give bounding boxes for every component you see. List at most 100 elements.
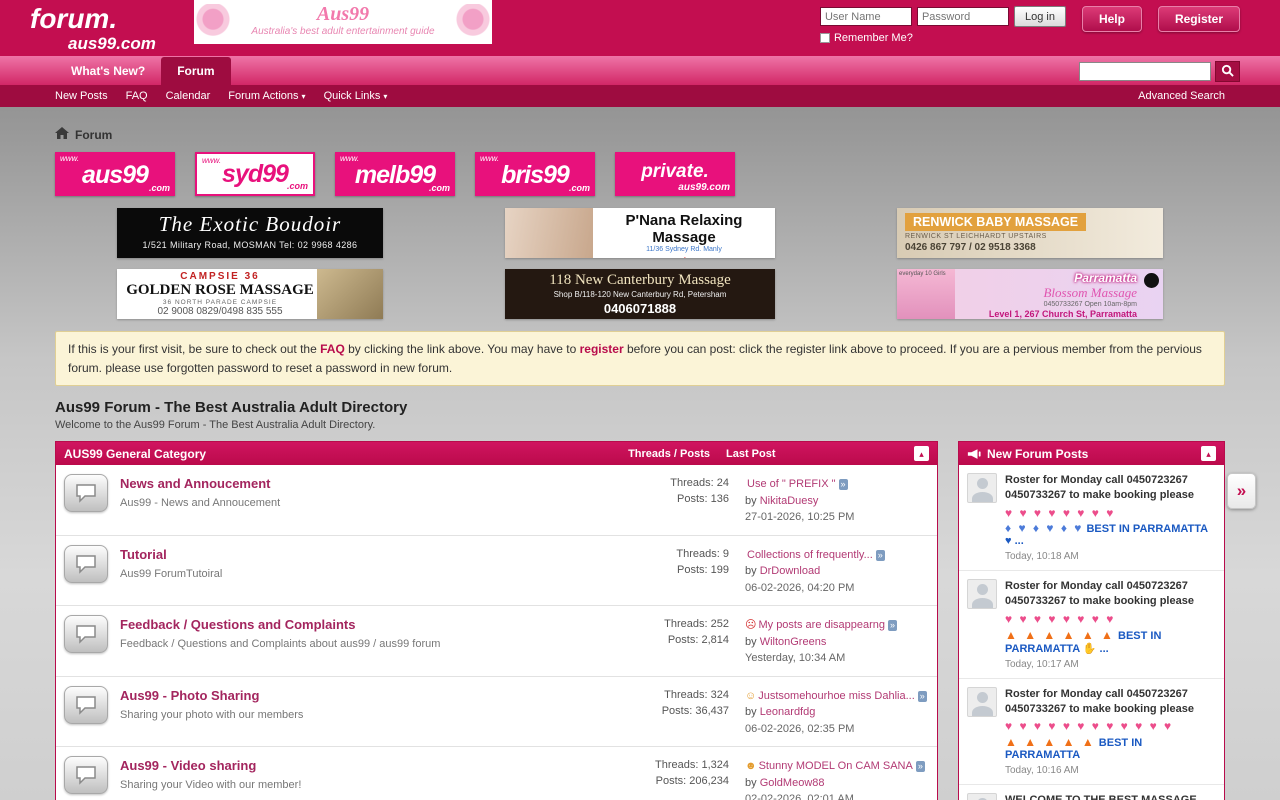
ad-118-canterbury-massage[interactable]: 118 New Canterbury Massage Shop B/118-12… bbox=[505, 269, 775, 319]
sidebar-header: New Forum Posts ▴ bbox=[959, 442, 1224, 465]
last-post-user-link[interactable]: Leonardfdg bbox=[760, 706, 816, 718]
breadcrumb-forum-link[interactable]: Forum bbox=[75, 128, 112, 142]
collapse-sidebar-button[interactable]: ▴ bbox=[1201, 446, 1216, 461]
forum-row: News and Annoucement Aus99 - News and An… bbox=[56, 465, 937, 535]
ad-grid: The Exotic Boudoir 1/521 Military Road, … bbox=[117, 208, 1163, 319]
post-time: Today, 10:18 AM bbox=[1005, 551, 1216, 562]
forum-row: Feedback / Questions and Complaints Feed… bbox=[56, 605, 937, 676]
forum-stats: Threads: 9 Posts: 199 bbox=[609, 545, 729, 579]
site-banner-syd99[interactable]: www. syd99 .com bbox=[195, 152, 315, 196]
nav-forum-actions[interactable]: Forum Actions▾ bbox=[228, 90, 305, 102]
home-icon[interactable] bbox=[55, 127, 69, 142]
ad-exotic-boudoir[interactable]: The Exotic Boudoir 1/521 Military Road, … bbox=[117, 208, 383, 258]
header-banner-tagline: Australia's best adult entertainment gui… bbox=[194, 26, 492, 37]
post-time: Today, 10:16 AM bbox=[1005, 765, 1216, 776]
register-link[interactable]: register bbox=[580, 342, 624, 356]
thread-emoji-icon: ☻ bbox=[745, 760, 757, 772]
nav-quick-links[interactable]: Quick Links▾ bbox=[324, 90, 388, 102]
last-post-user-link[interactable]: NikitaDuesy bbox=[760, 495, 819, 507]
forum-link[interactable]: Aus99 - Photo Sharing bbox=[120, 688, 259, 703]
forum-link[interactable]: Tutorial bbox=[120, 547, 167, 562]
last-post: Collections of frequently...» by DrDownl… bbox=[729, 545, 929, 597]
last-post-date: 06-02-2026, 04:20 PM bbox=[745, 580, 929, 597]
avatar bbox=[967, 687, 997, 717]
category-aus99-general: AUS99 General Category Threads / Posts L… bbox=[55, 441, 938, 800]
ad-golden-rose-massage[interactable]: CAMPSIE 36 GOLDEN ROSE MASSAGE 36 NORTH … bbox=[117, 269, 383, 319]
last-post: ☻Stunny MODEL On CAM SANA» by GoldMeow88… bbox=[729, 756, 929, 800]
page-subtitle: Welcome to the Aus99 Forum - The Best Au… bbox=[55, 419, 1225, 431]
search-button[interactable] bbox=[1215, 61, 1240, 82]
go-to-last-post-icon[interactable]: » bbox=[918, 691, 927, 702]
last-post-link[interactable]: My posts are disappearng bbox=[758, 619, 885, 631]
last-post-date: 06-02-2026, 02:35 PM bbox=[745, 721, 929, 738]
nav-new-posts[interactable]: New Posts bbox=[55, 90, 108, 102]
forum-link[interactable]: Feedback / Questions and Complaints bbox=[120, 617, 356, 632]
emoji-hearts: ♥ ♥ ♥ ♥ ♥ ♥ ♥ ♥ ♥ ♥ ♥ ♥ bbox=[1005, 719, 1216, 735]
forum-icon bbox=[64, 686, 108, 724]
go-to-last-post-icon[interactable]: » bbox=[888, 620, 897, 631]
nav-faq[interactable]: FAQ bbox=[126, 90, 148, 102]
forum-stats: Threads: 1,324 Posts: 206,234 bbox=[609, 756, 729, 790]
header-banner-ad[interactable]: Aus99 Australia's best adult entertainme… bbox=[194, 0, 492, 44]
forum-stats: Threads: 252 Posts: 2,814 bbox=[609, 615, 729, 649]
site-banner-bris99[interactable]: www. bris99 .com bbox=[475, 152, 595, 196]
login-button[interactable]: Log in bbox=[1014, 6, 1066, 27]
site-banner-melb99[interactable]: www. melb99 .com bbox=[335, 152, 455, 196]
forum-icon bbox=[64, 615, 108, 653]
last-post-link[interactable]: Justsomehourhoe miss Dahlia... bbox=[758, 690, 915, 702]
tab-forum[interactable]: Forum bbox=[161, 57, 230, 85]
password-input[interactable] bbox=[917, 7, 1009, 26]
ad-photo bbox=[505, 208, 593, 258]
emoji-hearts: ♥ ♥ ♥ ♥ ♥ ♥ ♥ ♥ bbox=[1005, 506, 1216, 522]
last-post-user-link[interactable]: WiltonGreens bbox=[760, 636, 827, 648]
last-post-user-link[interactable]: DrDownload bbox=[760, 565, 821, 577]
site-logo[interactable]: forum. aus99.com bbox=[30, 5, 188, 52]
sidebar-post[interactable]: Roster for Monday call 0450723267 045073… bbox=[959, 679, 1224, 785]
logo-line2: aus99.com bbox=[68, 35, 188, 52]
last-post-link[interactable]: Use of " PREFIX " bbox=[747, 478, 836, 490]
remember-checkbox[interactable] bbox=[820, 33, 830, 43]
forum-link[interactable]: News and Annoucement bbox=[120, 476, 270, 491]
megaphone-icon bbox=[967, 448, 981, 460]
help-button[interactable]: Help bbox=[1082, 6, 1142, 32]
sidebar-post[interactable]: WELCOME TO THE BEST MASSAGE bbox=[959, 785, 1224, 800]
forum-link[interactable]: Aus99 - Video sharing bbox=[120, 758, 256, 773]
forum-icon bbox=[64, 474, 108, 512]
emoji-hearts: ♥ ♥ ♥ ♥ ♥ ♥ ♥ ♥ bbox=[1005, 612, 1216, 628]
go-to-last-post-icon[interactable]: » bbox=[916, 761, 925, 772]
go-to-last-post-icon[interactable]: » bbox=[876, 550, 885, 561]
tab-whats-new[interactable]: What's New? bbox=[55, 57, 161, 85]
nav-advanced-search[interactable]: Advanced Search bbox=[1138, 90, 1225, 102]
site-banner-private-aus99[interactable]: private. aus99.com bbox=[615, 152, 735, 196]
register-button[interactable]: Register bbox=[1158, 6, 1240, 32]
sidebar-post[interactable]: Roster for Monday call 0450723267 045073… bbox=[959, 465, 1224, 571]
go-to-last-post-icon[interactable]: » bbox=[839, 479, 848, 490]
last-post-user-link[interactable]: GoldMeow88 bbox=[760, 777, 825, 789]
header-banner-title: Aus99 bbox=[194, 3, 492, 26]
last-post-link[interactable]: Stunny MODEL On CAM SANA bbox=[759, 760, 913, 772]
tab-bar: What's New? Forum bbox=[0, 56, 1280, 85]
search-input[interactable] bbox=[1079, 62, 1211, 81]
avatar bbox=[967, 579, 997, 609]
sidebar-post[interactable]: Roster for Monday call 0450723267 045073… bbox=[959, 571, 1224, 678]
ad-pnana-massage[interactable]: P'Nana Relaxing Massage 11/36 Sydney Rd.… bbox=[505, 208, 775, 258]
column-threads-posts: Threads / Posts bbox=[585, 448, 710, 460]
forum-description: Sharing your photo with our members bbox=[120, 709, 597, 721]
collapse-category-button[interactable]: ▴ bbox=[914, 446, 929, 461]
logo-line1: forum. bbox=[30, 5, 188, 33]
last-post: Use of " PREFIX "» by NikitaDuesy 27-01-… bbox=[729, 474, 929, 526]
ad-photo: everyday 10 Girls bbox=[897, 269, 955, 319]
faq-link[interactable]: FAQ bbox=[320, 342, 345, 356]
username-input[interactable] bbox=[820, 7, 912, 26]
site-banner-aus99[interactable]: www. aus99 .com bbox=[55, 152, 175, 196]
ad-blossom-massage[interactable]: everyday 10 Girls Parramatta Blossom Mas… bbox=[897, 269, 1163, 319]
ad-renwick-baby-massage[interactable]: RENWICK BABY MASSAGE RENWICK ST LEICHHAR… bbox=[897, 208, 1163, 258]
last-post-link[interactable]: Collections of frequently... bbox=[747, 549, 873, 561]
last-post-date: Yesterday, 10:34 AM bbox=[745, 650, 929, 667]
sidebar-expand-button[interactable]: » bbox=[1227, 473, 1256, 509]
header: forum. aus99.com Aus99 Australia's best … bbox=[0, 0, 1280, 56]
site-banner-row: www. aus99 .com www. syd99 .com www. mel… bbox=[55, 152, 1225, 196]
login-form: Log in Remember Me? bbox=[820, 6, 1066, 44]
remember-me[interactable]: Remember Me? bbox=[820, 32, 1066, 44]
nav-calendar[interactable]: Calendar bbox=[166, 90, 211, 102]
